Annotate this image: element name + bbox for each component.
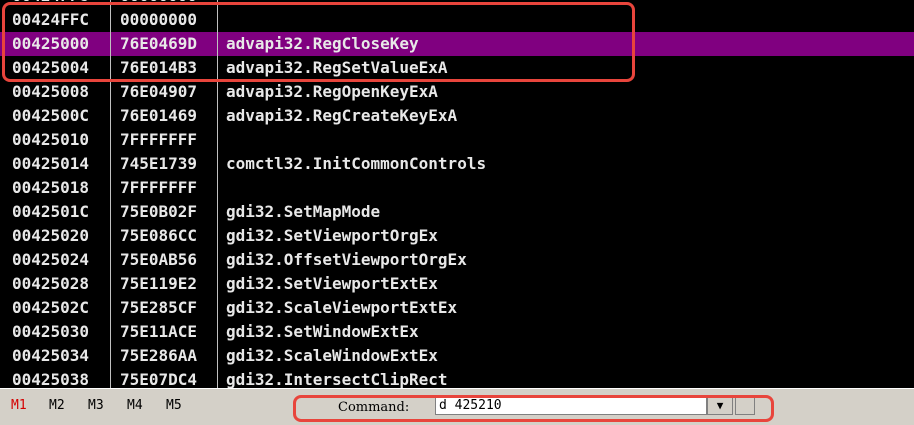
dump-value: 75E11ACE — [120, 322, 198, 341]
dump-address: 00425020 — [12, 226, 90, 245]
dump-row[interactable]: 00425010 7FFFFFFF — [0, 128, 914, 152]
dump-value: 7FFFFFFF — [120, 178, 198, 197]
dump-row[interactable]: 00424FF8 00000000 — [0, 0, 914, 8]
tab-m3[interactable]: M3 — [88, 398, 104, 413]
dump-value: 76E0469D — [120, 34, 198, 53]
command-input[interactable]: d 425210 — [435, 397, 707, 415]
dump-address: 00425038 — [12, 370, 90, 388]
dump-row[interactable]: 00425038 75E07DC4 gdi32.IntersectClipRect — [0, 368, 914, 388]
dump-row[interactable]: 00425030 75E11ACE gdi32.SetWindowExtEx — [0, 320, 914, 344]
dump-row[interactable]: 00425034 75E286AA gdi32.ScaleWindowExtEx — [0, 344, 914, 368]
dump-address: 00425018 — [12, 178, 90, 197]
dump-address: 00425008 — [12, 82, 90, 101]
dump-comment: gdi32.SetMapMode — [226, 202, 381, 221]
dump-row[interactable]: 0042500C 76E01469 advapi32.RegCreateKeyExA — [0, 104, 914, 128]
dump-value: 75E07DC4 — [120, 370, 198, 388]
dump-row[interactable]: 00425004 76E014B3 advapi32.RegSetValueExA — [0, 56, 914, 80]
dump-address: 00425034 — [12, 346, 90, 365]
dump-value: 745E1739 — [120, 154, 198, 173]
tab-m4[interactable]: M4 — [127, 398, 143, 413]
command-dropdown-button[interactable]: ▼ — [707, 397, 733, 415]
dump-value: 00000000 — [120, 0, 197, 8]
dump-comment: gdi32.SetWindowExtEx — [226, 322, 419, 341]
dump-address: 0042502C — [12, 298, 90, 317]
status-bar: M1 M2 M3 M4 M5 Command: d 425210 ▼ — [0, 388, 914, 425]
dump-row[interactable]: 00425020 75E086CC gdi32.SetViewportOrgEx — [0, 224, 914, 248]
dump-row[interactable]: 0042502C 75E285CF gdi32.ScaleViewportExtEx — [0, 296, 914, 320]
dump-comment: gdi32.SetViewportExtEx — [226, 274, 438, 293]
memory-dump-pane[interactable]: 00424FF8 00000000 00424FFC 00000000 00425000… — [0, 0, 914, 388]
dump-comment: gdi32.ScaleWindowExtEx — [226, 346, 438, 365]
dump-value: 7FFFFFFF — [120, 130, 198, 149]
dump-row[interactable]: 00425024 75E0AB56 gdi32.OffsetViewportOrgE… — [0, 248, 914, 272]
command-label: Command: — [338, 400, 410, 415]
dump-row[interactable]: 0042501C 75E0B02F gdi32.SetMapMode — [0, 200, 914, 224]
dump-address: 0042500C — [12, 106, 90, 125]
column-separator — [110, 0, 111, 388]
dump-comment: gdi32.ScaleViewportExtEx — [226, 298, 458, 317]
dump-address: 00424FFC — [12, 10, 90, 29]
dump-address: 00425010 — [12, 130, 90, 149]
dump-row[interactable]: 00425028 75E119E2 gdi32.SetViewportExtEx — [0, 272, 914, 296]
chevron-down-icon: ▼ — [716, 399, 724, 412]
tab-m5[interactable]: M5 — [166, 398, 182, 413]
command-extra-button[interactable] — [735, 397, 755, 415]
dump-value: 75E285CF — [120, 298, 198, 317]
dump-row[interactable]: 00425008 76E04907 advapi32.RegOpenKeyExA — [0, 80, 914, 104]
dump-address: 00424FF8 — [12, 0, 89, 8]
dump-address: 00425030 — [12, 322, 90, 341]
dump-comment: advapi32.RegOpenKeyExA — [226, 82, 438, 101]
column-separator — [217, 0, 218, 388]
dump-value: 00000000 — [120, 10, 198, 29]
tab-m2[interactable]: M2 — [49, 398, 65, 413]
dump-address: 00425028 — [12, 274, 90, 293]
dump-value: 76E01469 — [120, 106, 198, 125]
dump-value: 75E119E2 — [120, 274, 198, 293]
dump-value: 75E0AB56 — [120, 250, 198, 269]
dump-row[interactable]: 00424FFC 00000000 — [0, 8, 914, 32]
dump-address: 0042501C — [12, 202, 90, 221]
tab-m1[interactable]: M1 — [11, 398, 27, 413]
dump-value: 75E086CC — [120, 226, 198, 245]
dump-address: 00425024 — [12, 250, 90, 269]
dump-address: 00425014 — [12, 154, 90, 173]
dump-value: 76E014B3 — [120, 58, 198, 77]
dump-address: 00425004 — [12, 58, 90, 77]
dump-row[interactable]: 00425000 76E0469D advapi32.RegCloseKey — [0, 32, 914, 56]
dump-comment: advapi32.RegSetValueExA — [226, 58, 448, 77]
dump-comment: advapi32.RegCloseKey — [226, 34, 419, 53]
dump-row[interactable]: 00425018 7FFFFFFF — [0, 176, 914, 200]
dump-address: 00425000 — [12, 34, 90, 53]
dump-value: 75E0B02F — [120, 202, 198, 221]
dump-row[interactable]: 00425014 745E1739 comctl32.InitCommonContr… — [0, 152, 914, 176]
dump-comment: advapi32.RegCreateKeyExA — [226, 106, 458, 125]
dump-value: 76E04907 — [120, 82, 198, 101]
dump-comment: gdi32.SetViewportOrgEx — [226, 226, 438, 245]
dump-comment: gdi32.OffsetViewportOrgEx — [226, 250, 467, 269]
dump-comment: comctl32.InitCommonControls — [226, 154, 487, 173]
dump-comment: gdi32.IntersectClipRect — [226, 370, 448, 388]
dump-value: 75E286AA — [120, 346, 198, 365]
